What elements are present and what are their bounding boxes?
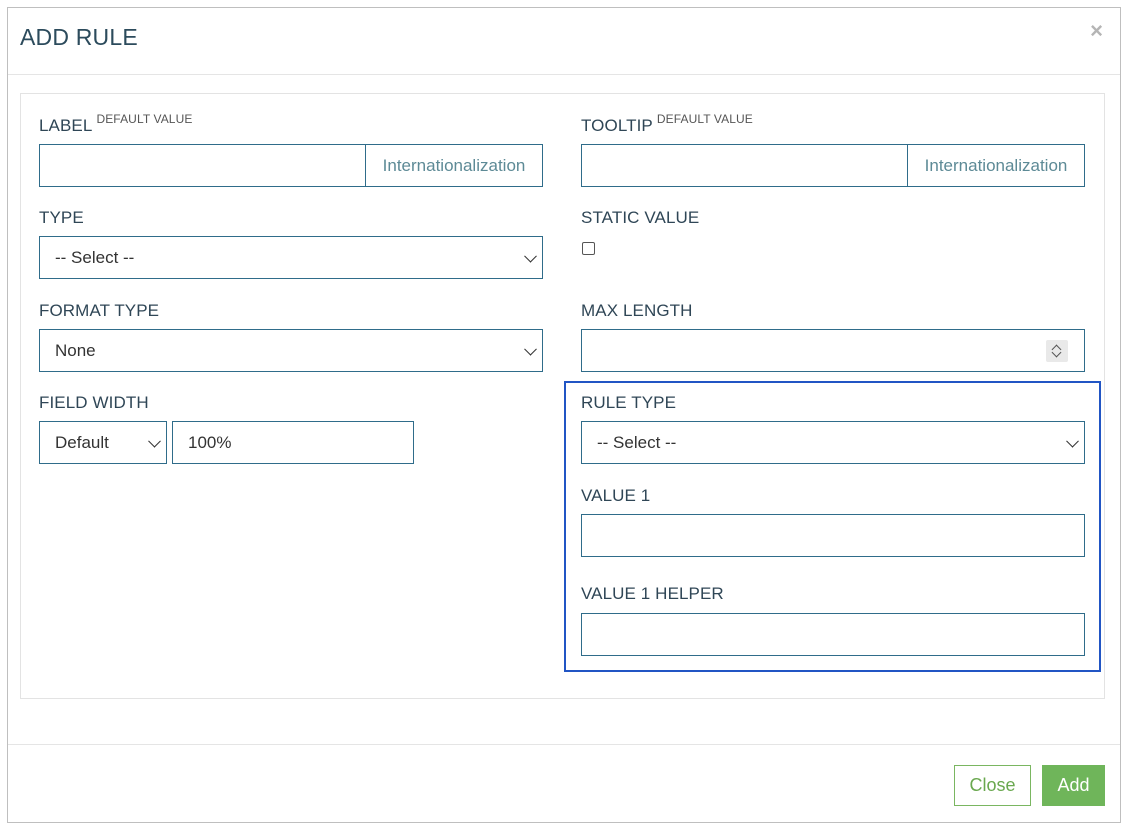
modal-footer-divider (8, 744, 1120, 745)
format-type-label: FORMAT TYPE (39, 301, 160, 320)
modal-header: ADD RULE × (8, 8, 1120, 75)
number-spinner-icon[interactable] (1046, 340, 1068, 362)
type-select[interactable]: -- Select -- (39, 236, 543, 279)
rule-type-select-value: -- Select -- (597, 432, 677, 452)
close-button[interactable]: Close (954, 765, 1031, 806)
chevron-down-icon (148, 434, 161, 448)
tooltip-default-value-note: DEFAULT VALUE (656, 112, 753, 126)
format-type-select[interactable]: None (39, 329, 543, 372)
rule-type-select[interactable]: -- Select -- (581, 421, 1085, 464)
format-type-select-value: None (55, 340, 96, 360)
max-length-input[interactable] (581, 329, 1085, 372)
type-label: TYPE (39, 208, 84, 227)
add-button[interactable]: Add (1042, 765, 1105, 806)
value1-input[interactable] (581, 514, 1085, 557)
value1-helper-label: VALUE 1 HELPER (581, 584, 724, 603)
label-default-value-note: DEFAULT VALUE (96, 112, 193, 126)
add-rule-modal: ADD RULE × LABEL DEFAULT VALUE Internatio… (7, 7, 1121, 823)
chevron-down-icon (524, 342, 537, 356)
type-select-value: -- Select -- (55, 247, 135, 267)
tooltip-internationalization-button[interactable]: Internationalization (907, 144, 1085, 187)
value1-helper-input[interactable] (581, 613, 1085, 656)
rule-type-label: RULE TYPE (581, 393, 677, 412)
label-internationalization-button[interactable]: Internationalization (365, 144, 543, 187)
close-icon[interactable]: × (1090, 18, 1103, 44)
field-width-select[interactable]: Default (39, 421, 167, 464)
field-width-label: FIELD WIDTH (39, 393, 149, 412)
modal-title: ADD RULE (20, 24, 138, 50)
label-input[interactable] (39, 144, 366, 187)
chevron-down-icon (524, 249, 537, 263)
tooltip-input[interactable] (581, 144, 908, 187)
field-width-input-value: 100% (188, 432, 232, 452)
tooltip-title: TOOLTIP (581, 116, 653, 135)
field-width-input[interactable]: 100% (172, 421, 414, 464)
value1-label: VALUE 1 (581, 486, 651, 505)
label-title: LABEL (39, 116, 93, 135)
static-value-label: STATIC VALUE (581, 208, 700, 227)
label-field-label: LABEL DEFAULT VALUE (39, 112, 192, 136)
tooltip-field-label: TOOLTIP DEFAULT VALUE (581, 112, 753, 136)
field-width-select-value: Default (55, 432, 109, 452)
static-value-checkbox[interactable] (582, 242, 595, 255)
chevron-down-icon (1066, 434, 1079, 448)
max-length-label: MAX LENGTH (581, 301, 693, 320)
